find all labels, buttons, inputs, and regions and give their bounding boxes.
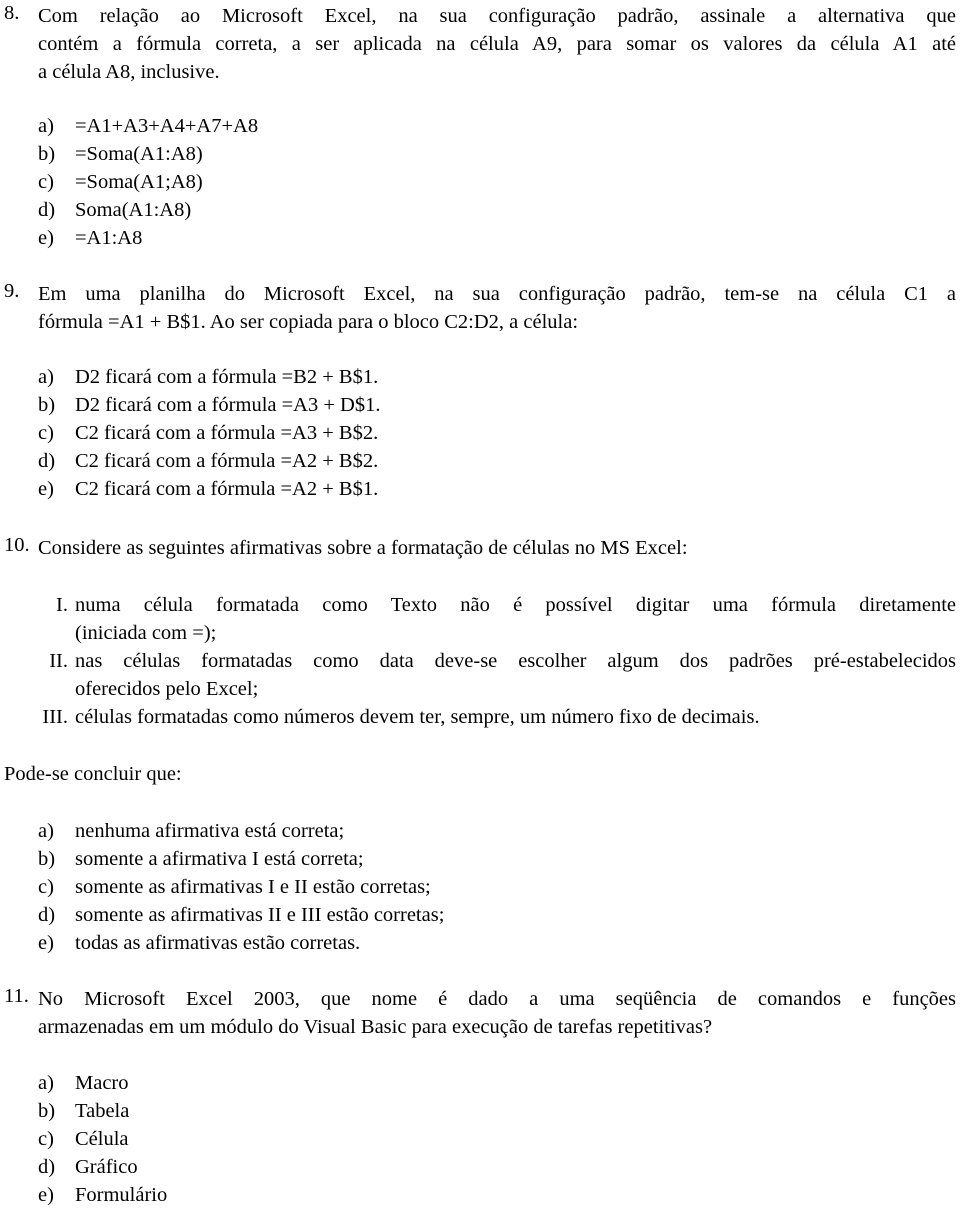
option-letter: c) xyxy=(38,1128,54,1150)
option-letter: a) xyxy=(38,1072,54,1094)
option-text: =Soma(A1:A8) xyxy=(75,143,203,165)
option-letter: e) xyxy=(38,932,54,954)
option-letter: a) xyxy=(38,366,54,388)
question-text-line: a célula A8, inclusive. xyxy=(38,61,220,83)
option-text: Formulário xyxy=(75,1184,168,1206)
option-text: Macro xyxy=(75,1072,129,1094)
option-letter: b) xyxy=(38,848,56,870)
option-text: D2 ficará com a fórmula =B2 + B$1. xyxy=(75,366,379,388)
option-text: Gráfico xyxy=(75,1156,138,1178)
option-letter: e) xyxy=(38,227,54,249)
question-number: 8. xyxy=(4,2,20,24)
statement-text-line: numa célula formatada como Texto não é p… xyxy=(75,594,956,616)
option-letter: a) xyxy=(38,820,54,842)
option-text: =A1+A3+A4+A7+A8 xyxy=(75,115,259,137)
question-text-line: No Microsoft Excel 2003, que nome é dado… xyxy=(38,988,956,1010)
option-letter: d) xyxy=(38,199,56,221)
question-text-line: Em uma planilha do Microsoft Excel, na s… xyxy=(38,283,956,305)
option-text: nenhuma afirmativa está correta; xyxy=(75,820,345,842)
option-text: C2 ficará com a fórmula =A3 + B$2. xyxy=(75,422,379,444)
question-number: 10. xyxy=(4,534,30,556)
question-number: 9. xyxy=(4,280,20,302)
option-letter: d) xyxy=(38,1156,56,1178)
option-letter: b) xyxy=(38,394,56,416)
option-letter: c) xyxy=(38,422,54,444)
option-text: todas as afirmativas estão corretas. xyxy=(75,932,361,954)
option-text: =Soma(A1;A8) xyxy=(75,171,203,193)
statement-numeral: I. xyxy=(56,594,68,616)
question-text-line: contém a fórmula correta, a ser aplicada… xyxy=(38,33,956,55)
option-letter: e) xyxy=(38,1184,54,1206)
option-letter: b) xyxy=(38,1100,56,1122)
option-letter: c) xyxy=(38,171,54,193)
option-letter: b) xyxy=(38,143,56,165)
statement-text-line: células formatadas como números devem te… xyxy=(75,706,760,728)
option-letter: d) xyxy=(38,450,56,472)
option-text: somente a afirmativa I está correta; xyxy=(75,848,364,870)
option-text: Célula xyxy=(75,1128,129,1150)
option-text: somente as afirmativas I e II estão corr… xyxy=(75,876,431,898)
question-text-line: armazenadas em um módulo do Visual Basic… xyxy=(38,1016,713,1038)
option-letter: a) xyxy=(38,115,54,137)
option-text: C2 ficará com a fórmula =A2 + B$2. xyxy=(75,450,379,472)
statement-numeral: III. xyxy=(42,706,68,728)
option-text: Soma(A1:A8) xyxy=(75,199,192,221)
option-text: C2 ficará com a fórmula =A2 + B$1. xyxy=(75,478,379,500)
question-text-line: Com relação ao Microsoft Excel, na sua c… xyxy=(38,5,956,27)
question-number: 11. xyxy=(4,985,29,1007)
statement-text-line: nas células formatadas como data deve-se… xyxy=(75,650,956,672)
option-letter: e) xyxy=(38,478,54,500)
option-text: Tabela xyxy=(75,1100,130,1122)
statement-text-line: oferecidos pelo Excel; xyxy=(75,678,259,700)
conclusion-text: Pode-se concluir que: xyxy=(4,763,182,785)
question-text-line: Considere as seguintes afirmativas sobre… xyxy=(38,537,688,559)
option-letter: c) xyxy=(38,876,54,898)
option-text: somente as afirmativas II e III estão co… xyxy=(75,904,445,926)
statement-numeral: II. xyxy=(49,650,68,672)
option-text: =A1:A8 xyxy=(75,227,143,249)
question-text-line: fórmula =A1 + B$1. Ao ser copiada para o… xyxy=(38,311,579,333)
statement-text-line: (iniciada com =); xyxy=(75,622,217,644)
option-text: D2 ficará com a fórmula =A3 + D$1. xyxy=(75,394,381,416)
option-letter: d) xyxy=(38,904,56,926)
